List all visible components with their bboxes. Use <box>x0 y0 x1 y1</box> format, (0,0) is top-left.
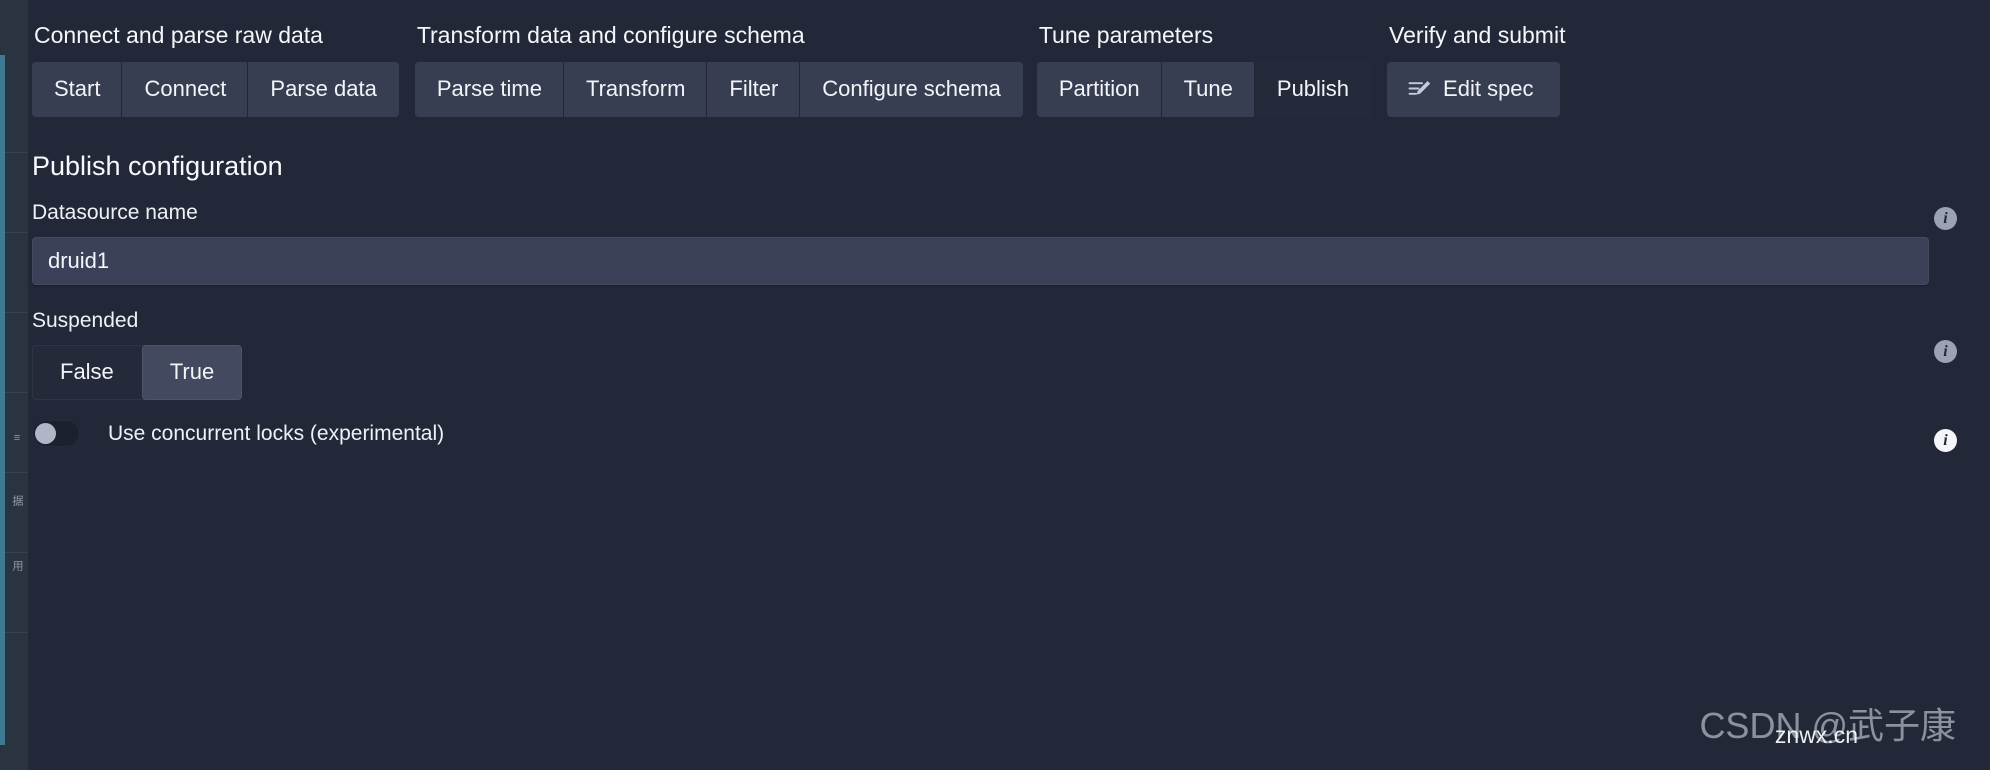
section-title-transform: Transform data and configure schema <box>416 22 805 48</box>
suspended-info-icon[interactable]: i <box>1934 340 1957 363</box>
nav-section-transform: Transform data and configure schema Pars… <box>414 22 1023 117</box>
sliver-divider <box>4 312 28 313</box>
nav-section-tune: Tune parameters Partition Tune Publish <box>1036 22 1372 117</box>
step-button-transform[interactable]: Transform <box>563 62 708 117</box>
step-button-publish[interactable]: Publish <box>1254 62 1372 117</box>
step-navigation: Connect and parse raw data Start Connect… <box>28 24 1990 117</box>
step-button-parse-data[interactable]: Parse data <box>248 62 399 117</box>
section-title-connect: Connect and parse raw data <box>34 22 323 48</box>
sliver-divider <box>4 632 28 633</box>
sliver-glyph: 用 <box>11 560 23 570</box>
sliver-divider <box>4 552 28 553</box>
datasource-name-input[interactable] <box>32 237 1929 285</box>
step-button-configure-schema[interactable]: Configure schema <box>800 62 1023 117</box>
suspended-button-group: False True <box>32 345 243 400</box>
edit-spec-label: Edit spec <box>1443 76 1534 101</box>
section-title-tune: Tune parameters <box>1038 22 1214 48</box>
sliver-glyph: ≡ <box>11 432 23 443</box>
edit-spec-button[interactable]: Edit spec <box>1387 62 1560 117</box>
suspended-option-false[interactable]: False <box>32 345 142 400</box>
sliver-divider <box>4 392 28 393</box>
suspended-label: Suspended <box>32 309 139 332</box>
step-button-start[interactable]: Start <box>32 62 123 117</box>
form-row-concurrent-locks: Use concurrent locks (experimental) <box>32 420 1957 447</box>
section-title-verify: Verify and submit <box>1389 22 1566 48</box>
sliver-divider <box>4 152 28 153</box>
step-button-parse-time[interactable]: Parse time <box>414 62 564 117</box>
concurrent-locks-info-icon[interactable]: i <box>1934 429 1957 452</box>
page-title: Publish configuration <box>32 151 283 181</box>
adjacent-window-sliver: ≡ 据 用 <box>0 0 28 770</box>
watermark: CSDN @武子康 <box>1699 705 1956 746</box>
sliver-glyph: 据 <box>11 495 23 505</box>
step-button-tune[interactable]: Tune <box>1161 62 1255 117</box>
step-button-filter[interactable]: Filter <box>707 62 801 117</box>
datasource-info-icon[interactable]: i <box>1934 207 1957 230</box>
suspended-option-true[interactable]: True <box>141 345 243 400</box>
sliver-divider <box>4 232 28 233</box>
datasource-name-label: Datasource name <box>32 201 198 224</box>
concurrent-locks-label[interactable]: Use concurrent locks (experimental) <box>108 423 444 444</box>
step-button-group-transform: Parse time Transform Filter Configure sc… <box>414 62 1023 117</box>
watermark-sub: znwx.cn <box>1774 722 1858 748</box>
step-button-group-connect: Start Connect Parse data <box>32 62 399 117</box>
step-button-partition[interactable]: Partition <box>1036 62 1162 117</box>
edit-spec-icon <box>1408 81 1431 95</box>
form-row-datasource: Datasource name <box>32 202 1957 285</box>
sliver-divider <box>4 472 28 473</box>
druid-data-loader: Connect and parse raw data Start Connect… <box>28 0 1990 770</box>
sliver-accent-bar <box>0 55 5 745</box>
step-button-group-tune: Partition Tune Publish <box>1036 62 1372 117</box>
concurrent-locks-toggle[interactable] <box>32 420 80 447</box>
step-button-connect[interactable]: Connect <box>122 62 249 117</box>
toggle-knob <box>35 423 56 444</box>
nav-section-verify: Verify and submit Edit spec <box>1387 24 1565 117</box>
nav-section-connect: Connect and parse raw data Start Connect… <box>32 24 399 117</box>
form-row-suspended: Suspended False True <box>32 310 1957 400</box>
